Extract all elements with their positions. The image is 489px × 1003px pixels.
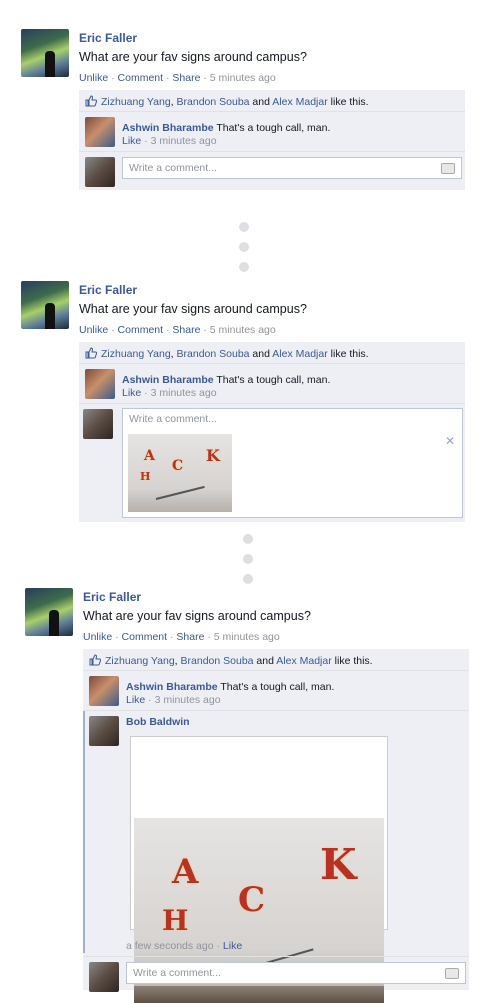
separator-dot xyxy=(243,534,253,544)
viewer-avatar xyxy=(85,157,115,187)
divider xyxy=(83,956,469,957)
post-time[interactable]: 5 minutes ago xyxy=(210,72,276,84)
commenter-avatar[interactable] xyxy=(89,676,119,706)
thumbs-up-icon xyxy=(89,654,101,666)
thumbs-up-icon xyxy=(85,347,97,359)
divider xyxy=(79,363,465,364)
sign-letter: K xyxy=(320,840,357,889)
likes-sentence: Zizhuang Yang, Brandon Souba and Alex Ma… xyxy=(85,347,369,360)
liker-link[interactable]: Alex Madjar xyxy=(272,96,327,108)
sign-letter: C xyxy=(172,458,184,474)
comment-body: Ashwin Bharambe That's a tough call, man… xyxy=(122,370,330,388)
comment-time[interactable]: 3 minutes ago xyxy=(155,694,221,706)
liker-link[interactable]: Brandon Souba xyxy=(177,96,250,108)
commenter-avatar[interactable] xyxy=(85,117,115,147)
post-text: What are your fav signs around campus? xyxy=(79,50,307,64)
divider xyxy=(83,670,469,671)
post-time[interactable]: 5 minutes ago xyxy=(214,631,280,643)
comment-meta: a few seconds ago · Like xyxy=(126,940,243,952)
likes-sentence: Zizhuang Yang, Brandon Souba and Alex Ma… xyxy=(89,654,373,667)
sign-letter: H xyxy=(162,904,189,937)
comment-link[interactable]: Comment xyxy=(122,631,168,643)
liker-link[interactable]: Brandon Souba xyxy=(181,655,254,667)
post-time[interactable]: 5 minutes ago xyxy=(210,324,276,336)
divider xyxy=(79,403,465,404)
share-link[interactable]: Share xyxy=(172,324,200,336)
comment-link[interactable]: Comment xyxy=(118,324,164,336)
viewer-avatar xyxy=(83,409,113,439)
unlike-link[interactable]: Unlike xyxy=(79,324,108,336)
comment-like-link[interactable]: Like xyxy=(223,940,242,952)
liker-link[interactable]: Zizhuang Yang xyxy=(105,655,175,667)
sign-letter: H xyxy=(140,470,151,483)
commenter-name[interactable]: Ashwin Bharambe xyxy=(122,122,214,134)
author-avatar[interactable] xyxy=(25,588,73,636)
liker-link[interactable]: Zizhuang Yang xyxy=(101,96,171,108)
post-actions: Unlike · Comment · Share · 5 minutes ago xyxy=(83,631,280,643)
post-text: What are your fav signs around campus? xyxy=(83,609,311,623)
comment-input[interactable]: Write a comment... xyxy=(122,157,462,179)
sign-letter: C xyxy=(238,880,266,920)
likes-sentence: Zizhuang Yang, Brandon Souba and Alex Ma… xyxy=(85,95,369,108)
comment-time[interactable]: a few seconds ago xyxy=(126,940,214,952)
thumbs-up-icon xyxy=(85,95,97,107)
post-text: What are your fav signs around campus? xyxy=(79,302,307,316)
sign-letter: K xyxy=(206,446,220,465)
commenter-name[interactable]: Ashwin Bharambe xyxy=(126,681,218,693)
story-2: Eric Faller What are your fav signs arou… xyxy=(0,0,489,522)
separator-dot xyxy=(243,554,253,564)
unlike-link[interactable]: Unlike xyxy=(79,72,108,84)
separator-dot xyxy=(239,222,249,232)
comment-text: That's a tough call, man. xyxy=(213,374,331,386)
comment-body: Ashwin Bharambe That's a tough call, man… xyxy=(126,677,334,695)
separator-dot xyxy=(239,242,249,252)
viewer-avatar xyxy=(89,962,119,992)
comment-like-link[interactable]: Like xyxy=(122,135,141,147)
liker-link[interactable]: Alex Madjar xyxy=(272,348,327,360)
sign-letter: A xyxy=(144,448,155,464)
comment-link[interactable]: Comment xyxy=(118,72,164,84)
comment-like-link[interactable]: Like xyxy=(122,387,141,399)
share-link[interactable]: Share xyxy=(176,631,204,643)
liker-link[interactable]: Zizhuang Yang xyxy=(101,348,171,360)
comment-meta: Like · 3 minutes ago xyxy=(122,135,217,147)
commenter-name[interactable]: Bob Baldwin xyxy=(126,716,190,728)
comment-input[interactable]: Write a comment... xyxy=(126,962,466,984)
divider xyxy=(83,710,469,711)
commenter-name[interactable]: Ashwin Bharambe xyxy=(122,374,214,386)
attached-photo-thumbnail[interactable]: A C K H xyxy=(128,434,232,512)
comment-time[interactable]: 3 minutes ago xyxy=(151,135,217,147)
divider xyxy=(79,111,465,112)
divider xyxy=(79,151,465,152)
camera-icon[interactable] xyxy=(441,163,455,174)
commenter-avatar[interactable] xyxy=(85,369,115,399)
post-actions: Unlike · Comment · Share · 5 minutes ago xyxy=(79,324,276,336)
sign-letter: A xyxy=(172,852,199,892)
commenter-avatar[interactable] xyxy=(89,716,119,746)
separator-dot xyxy=(243,574,253,584)
author-name[interactable]: Eric Faller xyxy=(79,31,137,45)
camera-icon[interactable] xyxy=(445,968,459,979)
liker-link[interactable]: Alex Madjar xyxy=(276,655,331,667)
author-name[interactable]: Eric Faller xyxy=(83,590,141,604)
unlike-link[interactable]: Unlike xyxy=(83,631,112,643)
comment-text: That's a tough call, man. xyxy=(217,681,335,693)
comment-meta: Like · 3 minutes ago xyxy=(122,387,217,399)
comment-time[interactable]: 3 minutes ago xyxy=(151,387,217,399)
comment-like-link[interactable]: Like xyxy=(126,694,145,706)
comment-meta: Like · 3 minutes ago xyxy=(126,694,221,706)
author-avatar[interactable] xyxy=(21,281,69,329)
stairwell-floor xyxy=(134,986,384,1003)
author-avatar[interactable] xyxy=(21,29,69,77)
new-comment-highlight-bar xyxy=(83,711,85,953)
author-name[interactable]: Eric Faller xyxy=(79,283,137,297)
comment-body: Ashwin Bharambe That's a tough call, man… xyxy=(122,118,330,136)
liker-link[interactable]: Brandon Souba xyxy=(177,348,250,360)
remove-attachment-icon[interactable]: ✕ xyxy=(445,434,455,448)
post-actions: Unlike · Comment · Share · 5 minutes ago xyxy=(79,72,276,84)
comment-text: That's a tough call, man. xyxy=(213,122,331,134)
handrail xyxy=(155,485,205,500)
share-link[interactable]: Share xyxy=(172,72,200,84)
separator-dot xyxy=(239,262,249,272)
